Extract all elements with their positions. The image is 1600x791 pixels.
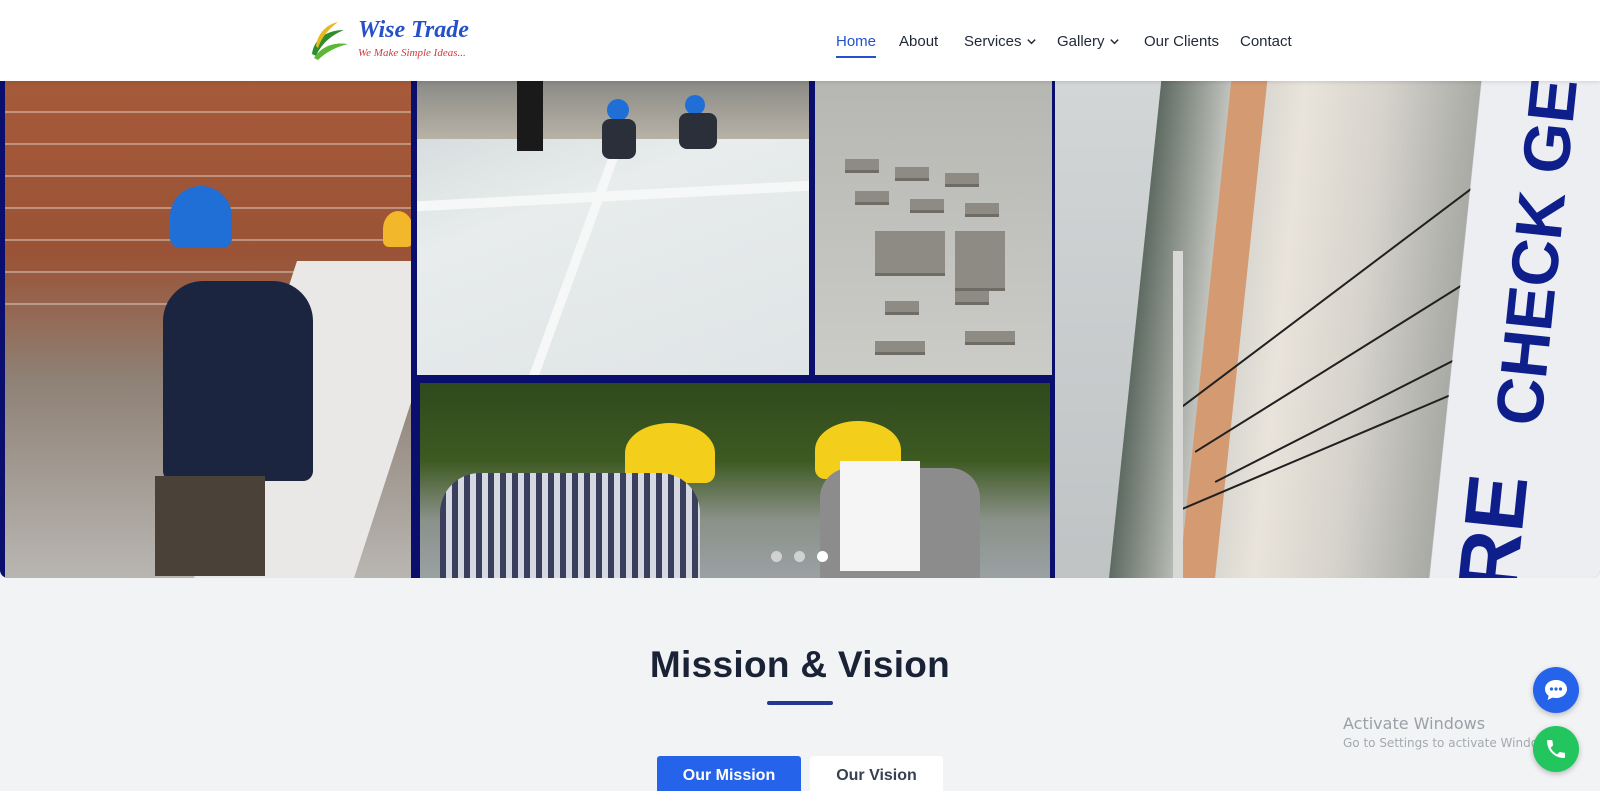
nav-our-clients[interactable]: Our Clients (1144, 30, 1219, 52)
nav-active-indicator (836, 56, 877, 58)
tab-our-mission[interactable]: Our Mission (657, 756, 801, 791)
nav-contact-label: Contact (1240, 32, 1292, 50)
nav-contact[interactable]: Contact (1240, 30, 1292, 52)
hero-photo-metal-roof (420, 383, 1050, 578)
chevron-down-icon (1109, 38, 1119, 44)
nav-services[interactable]: Services (964, 30, 1037, 52)
nav-about[interactable]: About (899, 30, 938, 52)
section-title: Mission & Vision (649, 644, 951, 685)
nav-about-label: About (899, 32, 939, 50)
leaf-logo-icon (312, 22, 348, 60)
brand-tagline: We Make Simple Ideas... (358, 47, 466, 59)
nav-our-clients-label: Our Clients (1144, 32, 1220, 50)
hero-photo-roof-coating (417, 81, 809, 375)
windows-watermark-subtitle: Go to Settings to activate Windows. (1343, 736, 1558, 750)
tab-our-vision[interactable]: Our Vision (810, 756, 943, 791)
tab-our-mission-label: Our Mission (682, 767, 776, 784)
nav-gallery[interactable]: Gallery (1057, 30, 1120, 52)
nav-services-label: Services (964, 32, 1022, 50)
windows-watermark-title: Activate Windows (1343, 714, 1486, 733)
nav-home-label: Home (836, 32, 877, 50)
slider-dot-2[interactable] (794, 551, 805, 562)
chat-icon (1545, 680, 1567, 700)
nav-home[interactable]: Home (836, 30, 877, 58)
tab-our-vision-label: Our Vision (836, 767, 917, 784)
slider-dot-3[interactable] (817, 551, 828, 562)
brand-logo[interactable]: Wise Trade We Make Simple Ideas... (308, 16, 488, 64)
hero-photo-brick-wall (5, 81, 411, 578)
phone-button[interactable] (1533, 726, 1579, 772)
brand-name: Wise Trade (358, 17, 469, 43)
slider-pagination (771, 551, 828, 562)
hero-photo-rooftop-blocks (815, 81, 1052, 375)
hero-slider[interactable]: CHECK GE ORE (0, 81, 1600, 578)
section-title-underline (767, 701, 833, 705)
sign-text-ore: ORE (1432, 470, 1546, 578)
chevron-down-icon (1026, 38, 1036, 44)
slider-dot-1[interactable] (771, 551, 782, 562)
site-header: Wise Trade We Make Simple Ideas... Home … (0, 0, 1600, 81)
phone-icon (1547, 740, 1565, 758)
chat-button[interactable] (1533, 667, 1579, 713)
nav-gallery-label: Gallery (1057, 32, 1105, 50)
